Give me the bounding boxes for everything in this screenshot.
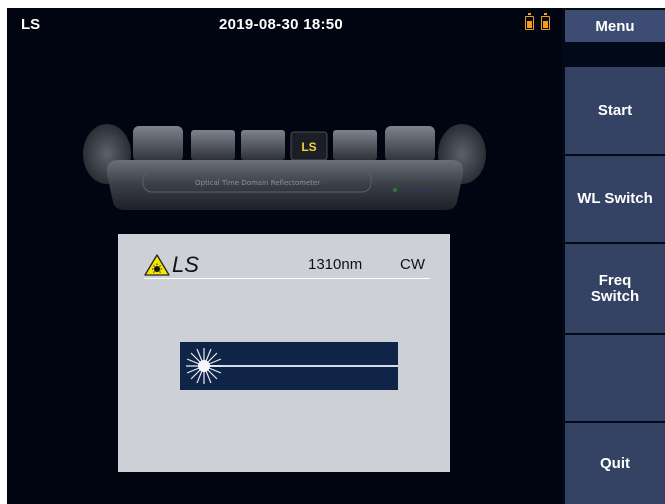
battery-icon	[525, 13, 534, 30]
mode-label: LS	[21, 16, 41, 33]
laser-source-panel: LS 1310nm CW	[118, 234, 450, 472]
wl-switch-button[interactable]: WL Switch	[565, 156, 665, 242]
panel-header: LS 1310nm CW	[144, 252, 430, 279]
status-bar: LS 2019-08-30 18:50	[7, 8, 562, 42]
menu-title: Menu	[565, 10, 665, 42]
freq-switch-label: Freq Switch	[590, 271, 640, 305]
datetime: 2019-08-30 18:50	[219, 16, 344, 33]
laser-burst-icon	[186, 348, 398, 384]
laser-warning-icon	[144, 254, 170, 276]
start-button[interactable]: Start	[565, 67, 665, 154]
battery-indicator	[525, 13, 553, 34]
softkey-menu: Menu Start WL Switch Freq Switch Quit	[562, 8, 665, 504]
output-mode-value: CW	[400, 256, 425, 273]
otdr-device-icon: Optical Time Domain Reflectometer LS	[83, 124, 486, 210]
screen: LS 2019-08-30 18:50 Optical Time Domain …	[7, 8, 665, 504]
empty-softkey-button[interactable]	[565, 335, 665, 421]
panel-title: LS	[172, 252, 199, 277]
device-caption: Optical Time Domain Reflectometer	[195, 179, 320, 187]
device-illustration: Optical Time Domain Reflectometer LS	[7, 42, 562, 232]
battery-icon	[541, 13, 551, 30]
laser-beam-indicator	[180, 342, 398, 390]
quit-button[interactable]: Quit	[565, 423, 665, 504]
freq-switch-button[interactable]: Freq Switch	[565, 244, 665, 333]
wavelength-value: 1310nm	[308, 256, 363, 273]
module-label: LS	[301, 140, 316, 154]
